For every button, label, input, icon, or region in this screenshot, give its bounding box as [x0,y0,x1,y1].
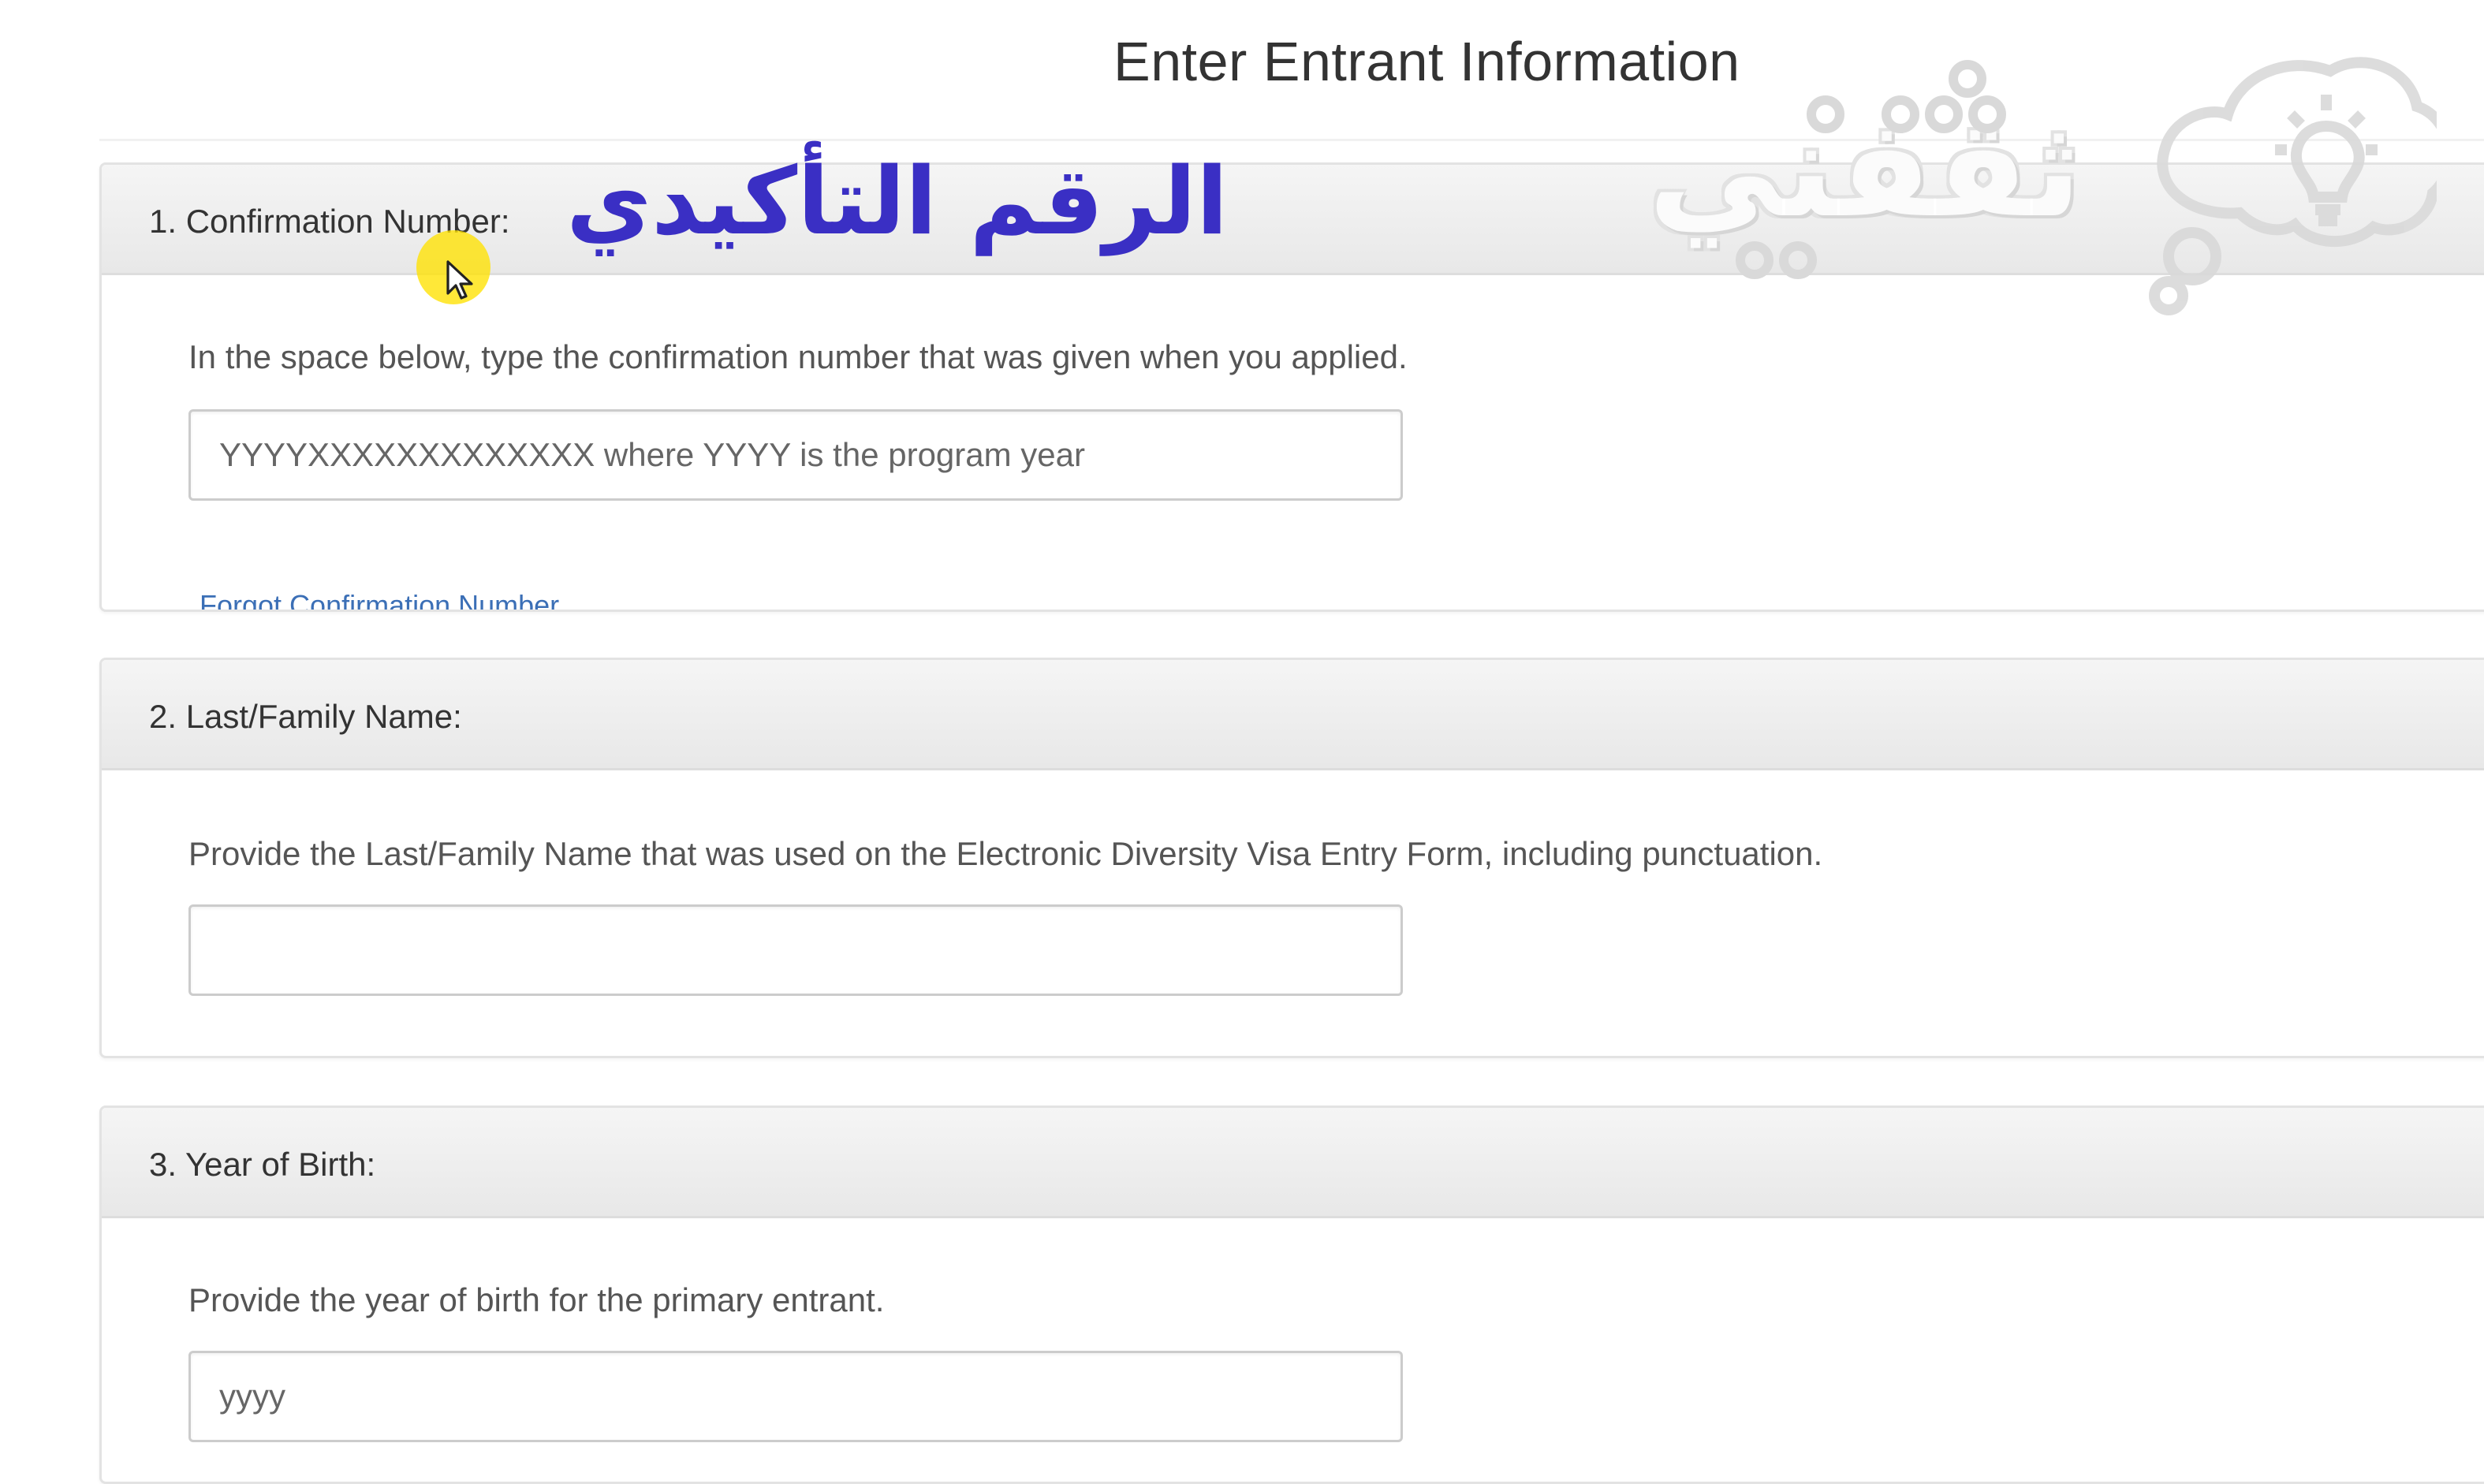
arabic-caption-overlay: الرقم التأكيدي [566,147,1229,255]
last-name-input[interactable] [188,904,1403,996]
year-of-birth-description: Provide the year of birth for the primar… [188,1281,885,1318]
confirmation-number-description: In the space below, type the confirmatio… [188,338,1408,375]
year-of-birth-panel: 3. Year of Birth: Provide the year of bi… [99,1106,2484,1484]
forgot-confirmation-number-link[interactable]: Forgot Confirmation Number [200,589,559,610]
year-of-birth-label: 3. Year of Birth: [149,1146,376,1183]
mouse-pointer-icon [446,260,473,300]
year-of-birth-header: 3. Year of Birth: [102,1108,2484,1218]
last-name-panel: 2. Last/Family Name: Provide the Last/Fa… [99,658,2484,1058]
last-name-description: Provide the Last/Family Name that was us… [188,835,1823,872]
year-of-birth-input[interactable] [188,1351,1403,1442]
confirmation-number-input[interactable] [188,409,1403,501]
lightbulb-cloud-icon [1736,57,2437,315]
last-name-header: 2. Last/Family Name: [102,660,2484,770]
last-name-label: 2. Last/Family Name: [149,698,462,735]
